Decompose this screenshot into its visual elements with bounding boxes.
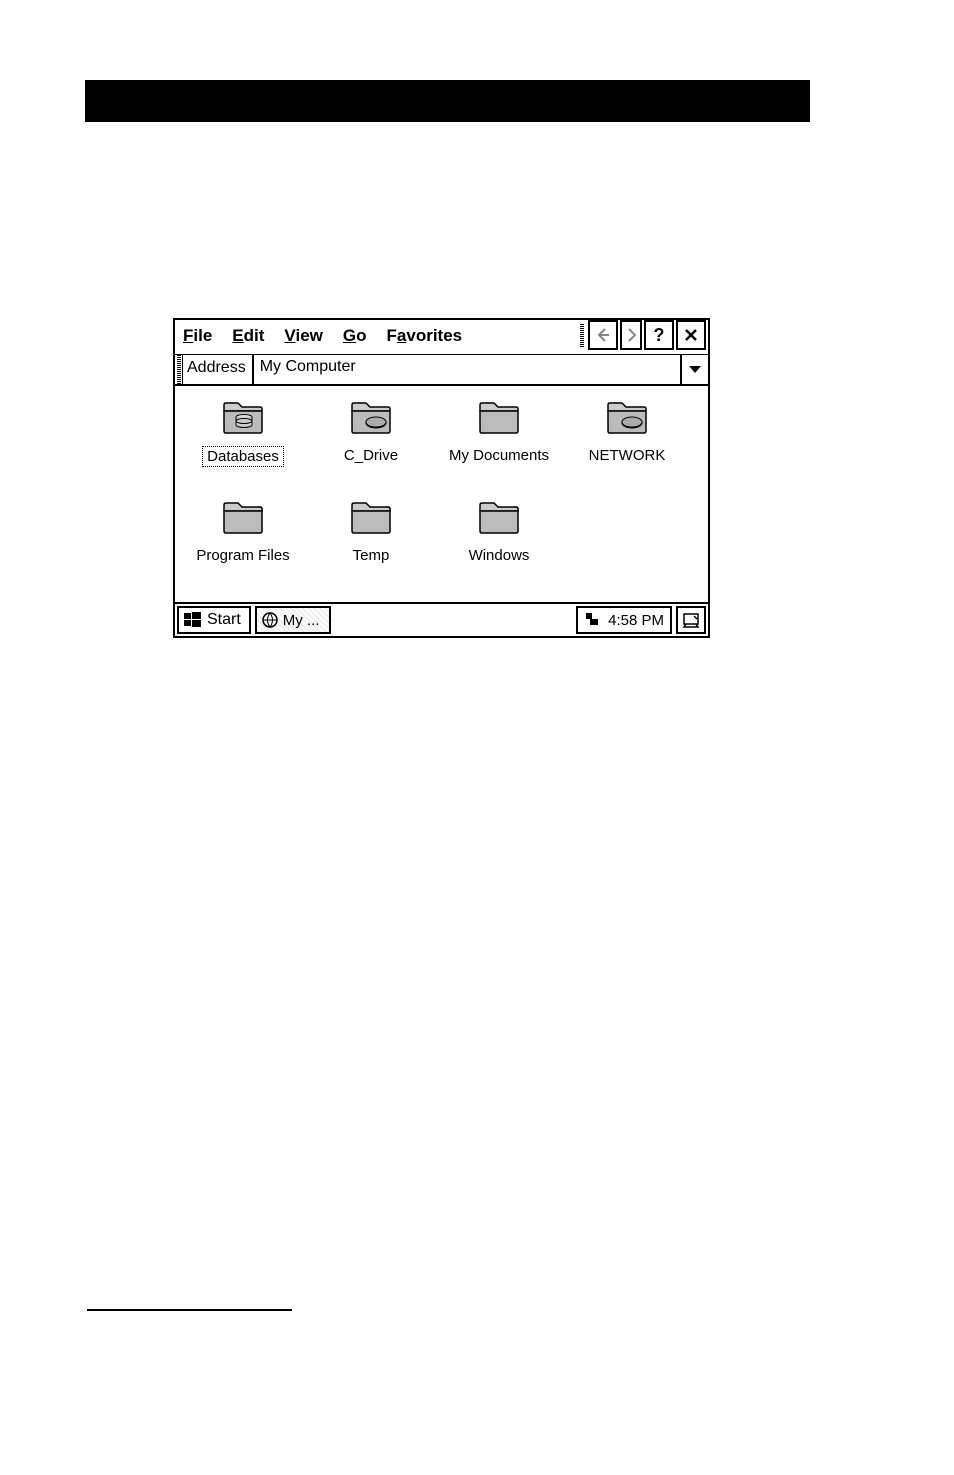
clock: 4:58 PM xyxy=(608,612,664,629)
toolbar-grip xyxy=(578,320,586,352)
file-item-my-documents[interactable]: My Documents xyxy=(435,396,563,496)
footnote-rule xyxy=(87,1309,292,1311)
header-black-bar xyxy=(85,80,810,122)
address-grip xyxy=(175,355,183,384)
folder-icon xyxy=(347,496,395,540)
taskbar-spacer xyxy=(333,604,574,636)
menu-view[interactable]: View xyxy=(282,326,324,346)
file-item-program-files[interactable]: Program Files xyxy=(179,496,307,596)
file-item-label: Windows xyxy=(465,546,534,565)
start-label: Start xyxy=(207,611,241,629)
menu-go[interactable]: Go xyxy=(341,326,369,346)
forward-button[interactable] xyxy=(620,320,642,350)
file-item-label: Program Files xyxy=(192,546,293,565)
start-button[interactable]: Start xyxy=(177,606,251,634)
file-item-c-drive[interactable]: C_Drive xyxy=(307,396,435,496)
file-item-label: C_Drive xyxy=(340,446,402,465)
help-button[interactable]: ? xyxy=(644,320,674,350)
close-button[interactable] xyxy=(676,320,706,350)
desktop-icon xyxy=(682,611,700,629)
arrow-left-icon xyxy=(595,327,611,343)
back-button[interactable] xyxy=(588,320,618,350)
explorer-icon xyxy=(261,611,279,629)
drive-icon xyxy=(347,396,395,440)
database-icon xyxy=(219,396,267,440)
file-item-network[interactable]: NETWORK xyxy=(563,396,691,496)
arrow-right-icon xyxy=(623,327,639,343)
show-desktop-button[interactable] xyxy=(676,606,706,634)
menu-edit[interactable]: Edit xyxy=(230,326,266,346)
menu-favorites[interactable]: Favorites xyxy=(385,326,465,346)
folder-icon xyxy=(475,496,523,540)
menu-file[interactable]: File xyxy=(181,326,214,346)
file-item-label: My Documents xyxy=(445,446,553,465)
close-icon xyxy=(684,328,698,342)
system-tray: 4:58 PM xyxy=(576,606,672,634)
folder-icon xyxy=(475,396,523,440)
file-item-temp[interactable]: Temp xyxy=(307,496,435,596)
file-item-label: Databases xyxy=(202,446,284,467)
taskbar-task-label: My ... xyxy=(283,612,320,629)
address-dropdown[interactable] xyxy=(680,355,708,384)
taskbar: Start My ... 4:58 PM xyxy=(175,602,708,636)
menubar-row: File Edit View Go Favorites ? xyxy=(175,320,708,354)
windows-logo-icon xyxy=(183,610,203,630)
icon-area: Databases C_Drive My Documents NETWORK P… xyxy=(175,386,708,602)
menubar: File Edit View Go Favorites xyxy=(175,320,578,352)
address-field[interactable]: My Computer xyxy=(254,355,680,384)
drive-icon xyxy=(603,396,651,440)
address-label: Address xyxy=(183,355,254,384)
help-icon: ? xyxy=(654,325,665,346)
file-item-databases[interactable]: Databases xyxy=(179,396,307,496)
taskbar-task-mycomputer[interactable]: My ... xyxy=(255,606,332,634)
chevron-down-icon xyxy=(688,365,702,375)
file-item-label: Temp xyxy=(349,546,394,565)
address-bar: Address My Computer xyxy=(175,354,708,386)
explorer-window: File Edit View Go Favorites ? Addr xyxy=(173,318,710,638)
file-item-windows[interactable]: Windows xyxy=(435,496,563,596)
folder-icon xyxy=(219,496,267,540)
file-item-label: NETWORK xyxy=(585,446,670,465)
tray-status-icon[interactable] xyxy=(584,611,602,629)
